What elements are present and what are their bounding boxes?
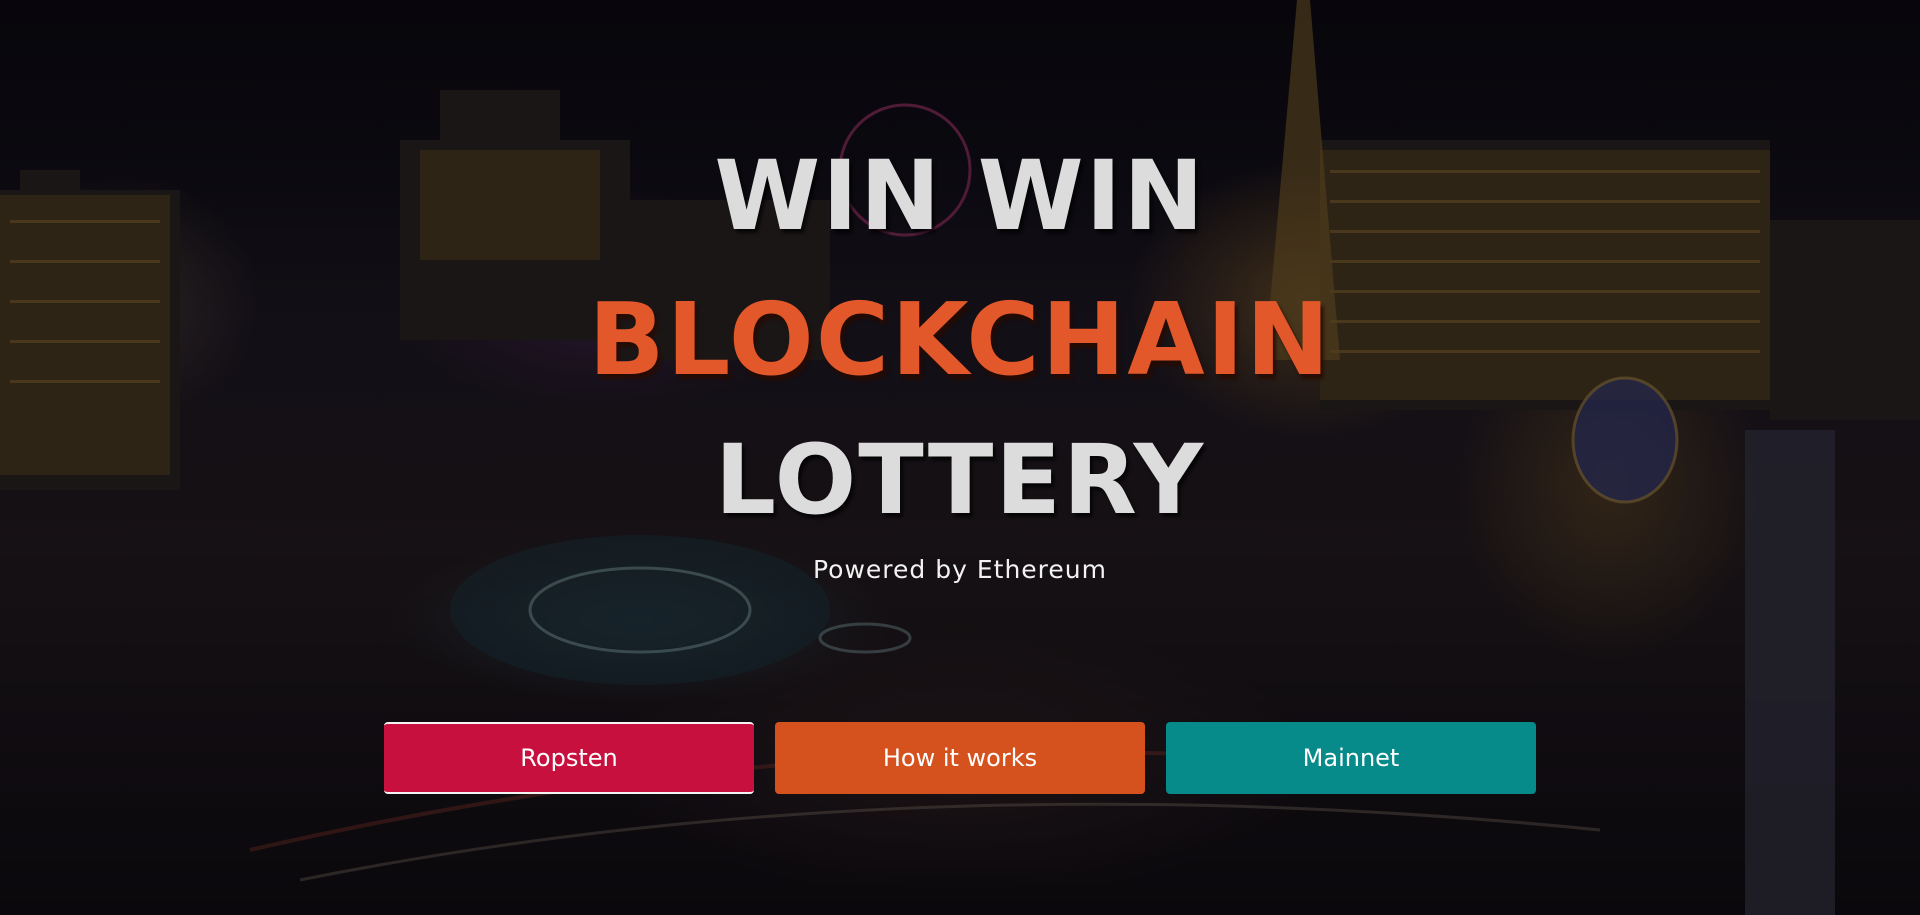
ropsten-button[interactable]: Ropsten xyxy=(384,722,754,794)
title-line-2: BLOCKCHAIN xyxy=(588,281,1332,398)
subtitle: Powered by Ethereum xyxy=(813,555,1107,584)
title-line-1: WIN WIN xyxy=(714,140,1206,252)
mainnet-button[interactable]: Mainnet xyxy=(1166,722,1536,794)
hero-section: WIN WIN BLOCKCHAIN LOTTERY Powered by Et… xyxy=(0,0,1920,915)
title-line-3: LOTTERY xyxy=(714,424,1206,536)
how-it-works-button[interactable]: How it works xyxy=(775,722,1145,794)
